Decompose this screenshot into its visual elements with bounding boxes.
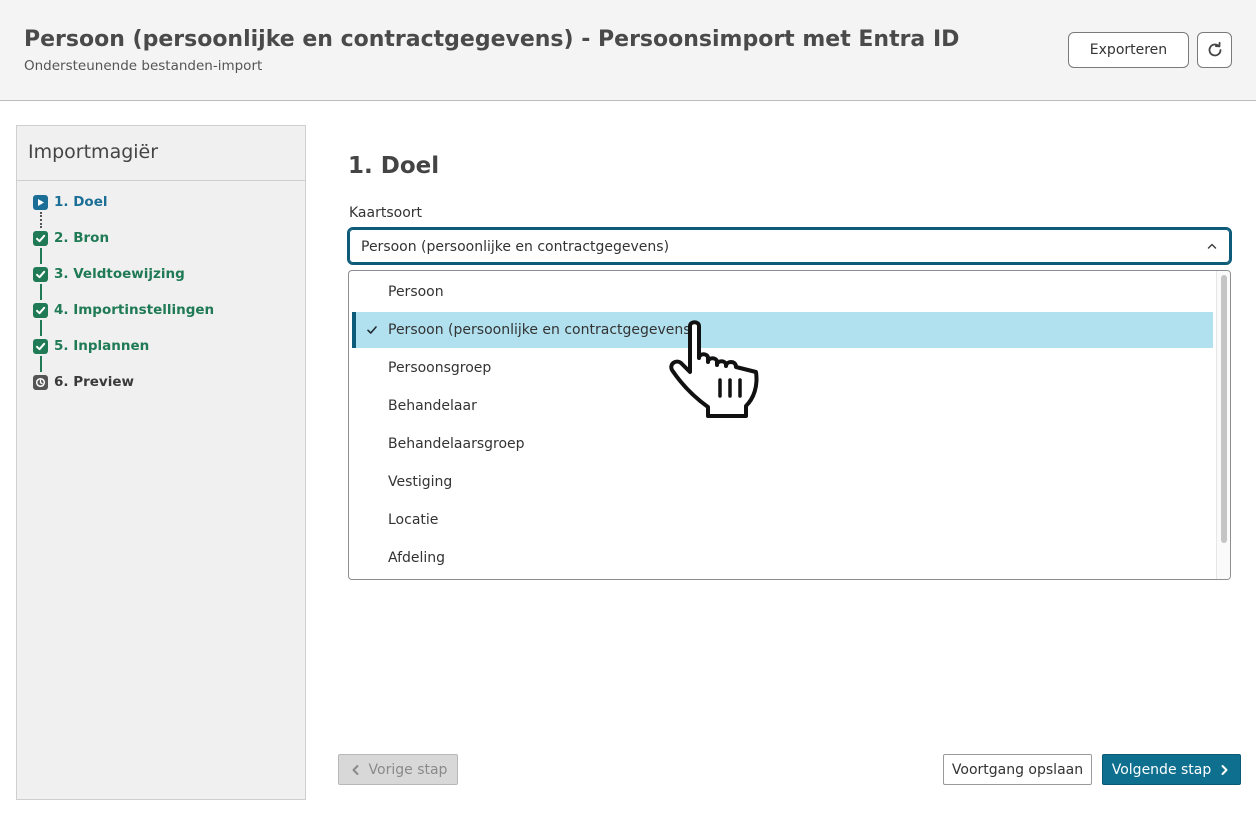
step-connector	[40, 212, 42, 228]
step-bron[interactable]: 2. Bron	[33, 228, 109, 248]
page-title: Persoon (persoonlijke en contractgegeven…	[24, 27, 960, 52]
chevron-up-icon	[1207, 243, 1217, 249]
step-connector	[40, 356, 42, 372]
check-icon	[33, 302, 48, 318]
step-label: 3. Veldtoewijzing	[54, 266, 185, 282]
check-icon	[33, 266, 48, 282]
option-persoonsgroep[interactable]: Persoonsgroep	[352, 350, 1212, 386]
option-label: Persoon	[388, 284, 444, 300]
step-veldtoewijzing[interactable]: 3. Veldtoewijzing	[33, 264, 185, 284]
step-label: 5. Inplannen	[54, 338, 150, 354]
sidebar-divider	[17, 180, 305, 181]
option-persoon-contract[interactable]: Persoon (persoonlijke en contractgegeven…	[352, 312, 1213, 348]
kaartsoort-select[interactable]: Persoon (persoonlijke en contractgegeven…	[347, 227, 1232, 265]
next-step-label: Volgende stap	[1111, 761, 1212, 778]
option-behandelaarsgroep[interactable]: Behandelaarsgroep	[352, 426, 1212, 462]
select-value: Persoon (persoonlijke en contractgegeven…	[361, 239, 670, 255]
step-connector	[40, 320, 42, 336]
step-connector	[40, 284, 42, 300]
step-label: 1. Doel	[54, 194, 108, 210]
step-inplannen[interactable]: 5. Inplannen	[33, 336, 149, 356]
step-label: 2. Bron	[54, 230, 110, 246]
step-doel[interactable]: 1. Doel	[33, 192, 108, 212]
previous-step-button[interactable]: Vorige stap	[338, 754, 458, 785]
step-connector	[40, 248, 42, 264]
refresh-icon	[1208, 41, 1221, 57]
check-icon	[33, 338, 48, 354]
option-label: Persoonsgroep	[388, 360, 492, 376]
play-icon	[33, 194, 48, 210]
option-behandelaar[interactable]: Behandelaar	[352, 388, 1212, 424]
page-subtitle: Ondersteunende bestanden-import	[24, 58, 263, 74]
kaartsoort-label: Kaartsoort	[349, 205, 423, 221]
dropdown-scrollbar[interactable]	[1216, 271, 1230, 579]
hand-pointer-icon	[669, 320, 759, 418]
step-preview[interactable]: 6. Preview	[33, 372, 134, 392]
export-button[interactable]: Exporteren	[1068, 32, 1189, 68]
kaartsoort-dropdown: Persoon Persoon (persoonlijke en contrac…	[348, 270, 1231, 580]
option-label: Behandelaar	[388, 398, 477, 414]
option-label: Behandelaarsgroep	[388, 436, 525, 452]
wizard-sidebar: Importmagiër 1. Doel 2. Bron 3. Veldtoew…	[16, 125, 306, 800]
step-label: 6. Preview	[54, 374, 134, 390]
option-label: Persoon (persoonlijke en contractgegeven…	[388, 322, 697, 338]
chevron-right-icon	[1221, 764, 1228, 775]
option-vestiging[interactable]: Vestiging	[352, 464, 1212, 500]
previous-step-label: Vorige stap	[368, 761, 448, 778]
check-icon	[367, 326, 377, 334]
option-label: Vestiging	[388, 474, 453, 490]
section-title: 1. Doel	[348, 153, 440, 179]
sidebar-title: Importmagiër	[28, 141, 159, 163]
refresh-button[interactable]	[1197, 32, 1232, 68]
step-importinstellingen[interactable]: 4. Importinstellingen	[33, 300, 214, 320]
chevron-left-icon	[352, 764, 359, 775]
option-label: Locatie	[388, 512, 439, 528]
next-step-button[interactable]: Volgende stap	[1102, 754, 1241, 785]
save-progress-button[interactable]: Voortgang opslaan	[943, 754, 1092, 785]
step-label: 4. Importinstellingen	[54, 302, 215, 318]
option-label: Afdeling	[388, 550, 446, 566]
option-locatie[interactable]: Locatie	[352, 502, 1212, 538]
page-header: Persoon (persoonlijke en contractgegeven…	[0, 0, 1256, 101]
option-persoon[interactable]: Persoon	[352, 274, 1212, 310]
check-icon	[33, 230, 48, 246]
scrollbar-thumb[interactable]	[1221, 275, 1227, 543]
clock-icon	[33, 374, 48, 390]
option-afdeling[interactable]: Afdeling	[352, 540, 1212, 576]
